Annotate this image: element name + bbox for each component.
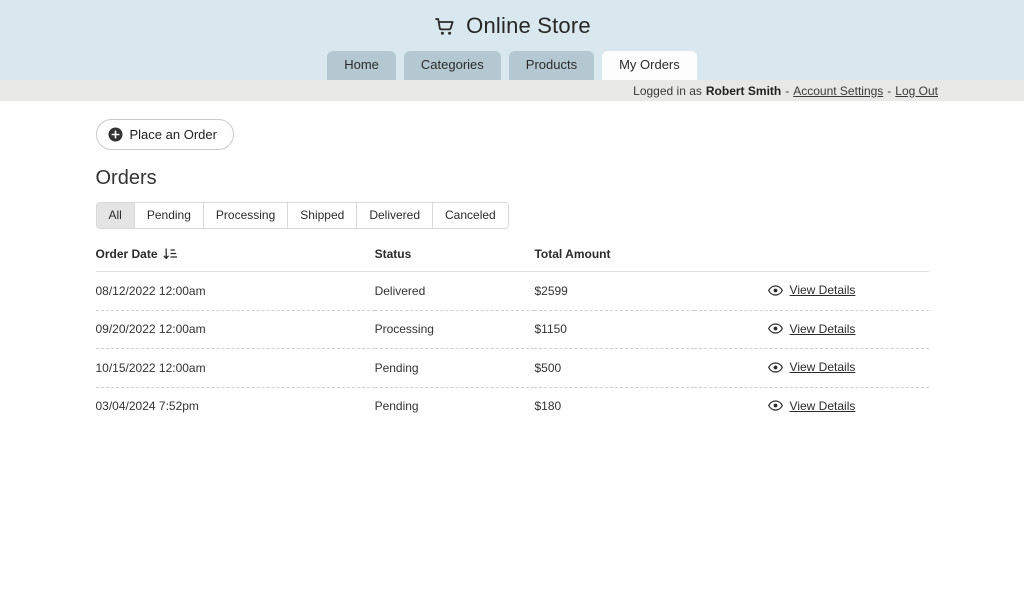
eye-icon — [768, 400, 783, 411]
order-row: 08/12/2022 12:00am Delivered $2599 View … — [96, 272, 929, 311]
order-row: 10/15/2022 12:00am Pending $500 View Det… — [96, 349, 929, 388]
order-amount-cell: $180 — [534, 387, 694, 425]
user-bar: Logged in as Robert Smith - Account Sett… — [0, 80, 1024, 101]
column-header-total-amount: Total Amount — [534, 238, 694, 272]
filter-canceled[interactable]: Canceled — [433, 203, 508, 228]
order-row: 09/20/2022 12:00am Processing $1150 View… — [96, 310, 929, 349]
page-title: Orders — [96, 167, 929, 190]
column-header-actions — [694, 238, 928, 272]
logout-link[interactable]: Log Out — [895, 84, 938, 98]
order-status-filters: All Pending Processing Shipped Delivered… — [96, 202, 509, 229]
nav-tab-categories[interactable]: Categories — [404, 51, 501, 80]
eye-icon — [768, 285, 783, 296]
order-status-cell: Pending — [375, 387, 535, 425]
view-details-link[interactable]: View Details — [768, 283, 856, 297]
order-date-cell: 10/15/2022 12:00am — [96, 349, 375, 388]
view-details-label: View Details — [790, 360, 856, 374]
app-header: Online Store Home Categories Products My… — [0, 0, 1024, 80]
username: Robert Smith — [706, 84, 781, 98]
order-amount-cell: $2599 — [534, 272, 694, 311]
view-details-label: View Details — [790, 283, 856, 297]
filter-all[interactable]: All — [97, 203, 135, 228]
view-details-link[interactable]: View Details — [768, 322, 856, 336]
separator: - — [785, 84, 789, 98]
view-details-label: View Details — [790, 399, 856, 413]
table-header-row: Order Date Status Total Amount — [96, 238, 929, 272]
view-details-link[interactable]: View Details — [768, 360, 856, 374]
logged-in-prefix: Logged in as — [633, 84, 702, 98]
order-amount-cell: $1150 — [534, 310, 694, 349]
filter-processing[interactable]: Processing — [204, 203, 288, 228]
app-title: Online Store — [466, 13, 591, 39]
eye-icon — [768, 362, 783, 373]
view-details-label: View Details — [790, 322, 856, 336]
place-order-button[interactable]: Place an Order — [96, 119, 234, 150]
place-order-label: Place an Order — [130, 127, 217, 142]
plus-circle-icon — [108, 127, 123, 142]
column-header-order-date[interactable]: Order Date — [96, 238, 375, 272]
filter-shipped[interactable]: Shipped — [288, 203, 357, 228]
main-content: Place an Order Orders All Pending Proces… — [96, 101, 929, 425]
brand: Online Store — [0, 0, 1024, 39]
nav-tab-home[interactable]: Home — [327, 51, 396, 80]
order-date-cell: 03/04/2024 7:52pm — [96, 387, 375, 425]
filter-delivered[interactable]: Delivered — [357, 203, 433, 228]
main-nav: Home Categories Products My Orders — [0, 51, 1024, 80]
order-status-cell: Processing — [375, 310, 535, 349]
column-header-status: Status — [375, 238, 535, 272]
filter-pending[interactable]: Pending — [135, 203, 204, 228]
order-row: 03/04/2024 7:52pm Pending $180 View Deta… — [96, 387, 929, 425]
order-amount-cell: $500 — [534, 349, 694, 388]
separator: - — [887, 84, 891, 98]
nav-tab-products[interactable]: Products — [509, 51, 594, 80]
orders-table: Order Date Status Total Amount 08 — [96, 238, 929, 425]
order-date-header-label: Order Date — [96, 247, 158, 261]
sort-ascending-icon — [163, 248, 177, 261]
account-settings-link[interactable]: Account Settings — [793, 84, 883, 98]
nav-tab-my-orders[interactable]: My Orders — [602, 51, 697, 80]
view-details-link[interactable]: View Details — [768, 399, 856, 413]
order-date-cell: 09/20/2022 12:00am — [96, 310, 375, 349]
eye-icon — [768, 323, 783, 334]
order-status-cell: Pending — [375, 349, 535, 388]
shopping-cart-icon — [433, 14, 457, 38]
order-status-cell: Delivered — [375, 272, 535, 311]
order-date-cell: 08/12/2022 12:00am — [96, 272, 375, 311]
